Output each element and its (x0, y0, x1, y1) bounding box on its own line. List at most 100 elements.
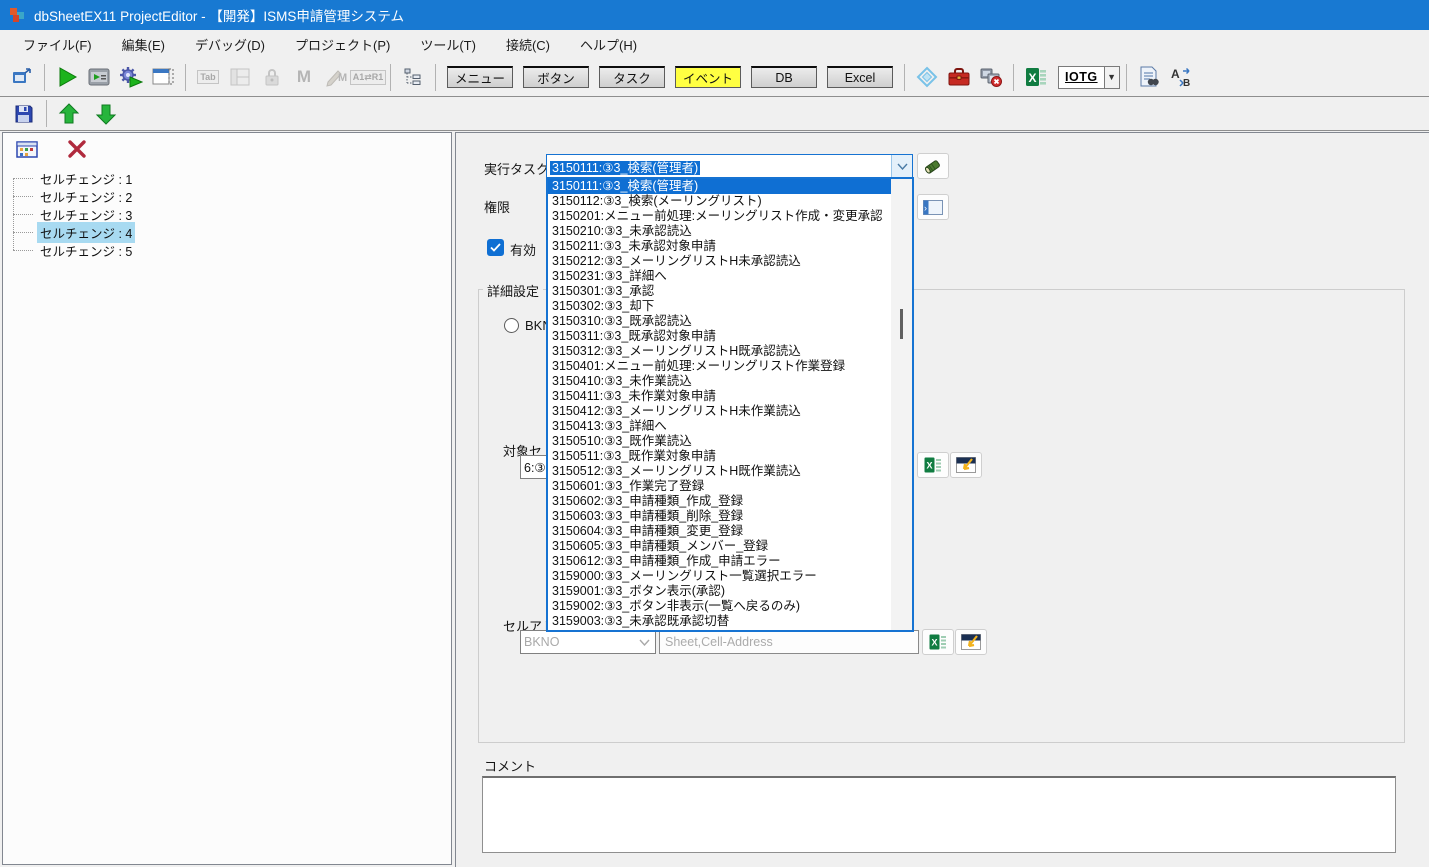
view-button[interactable]: タスク (599, 66, 665, 88)
new-window-icon[interactable] (150, 64, 176, 90)
target-cell-excel-button[interactable]: X (917, 452, 949, 478)
svg-text:M: M (338, 72, 347, 84)
dropdown-option[interactable]: 3159000:③3_メーリングリスト一覧選択エラー (548, 569, 891, 584)
dropdown-option[interactable]: 3150605:③3_申請種類_メンバー_登録 (548, 539, 891, 554)
cell-address-pick-button[interactable] (955, 629, 987, 655)
chevron-down-icon[interactable] (891, 155, 912, 177)
menu-bar: ファイル(F)編集(E)デバッグ(D)プロジェクト(P)ツール(T)接続(C)ヘ… (0, 30, 1429, 58)
dropdown-option[interactable]: 3150111:③3_検索(管理者) (548, 179, 891, 194)
application-window: dbSheetEX11 ProjectEditor - 【開発】ISMS申請管理… (0, 0, 1429, 867)
console-window-icon: › (923, 200, 943, 215)
app-icon (9, 7, 25, 23)
dropdown-option[interactable]: 3159002:③3_ボタン非表示(一覧へ戻るのみ) (548, 599, 891, 614)
chevron-down-icon (634, 631, 655, 653)
run-icon[interactable] (54, 64, 80, 90)
svg-text:›: › (924, 203, 927, 213)
a1r1-icon: A1⇄R1 (355, 64, 381, 90)
dropdown-scrollbar[interactable] (891, 179, 912, 630)
dropdown-option[interactable]: 3150301:③3_承認 (548, 284, 891, 299)
view-button[interactable]: Excel (827, 66, 893, 88)
comment-textarea[interactable] (482, 776, 1396, 853)
view-button[interactable]: メニュー (447, 66, 513, 88)
dropdown-option[interactable]: 3150603:③3_申請種類_削除_登録 (548, 509, 891, 524)
dropdown-option[interactable]: 3150310:③3_既承認読込 (548, 314, 891, 329)
dropdown-option[interactable]: 3150231:③3_詳細へ (548, 269, 891, 284)
disconnect-icon[interactable] (978, 64, 1004, 90)
permission-dialog-button[interactable]: › (917, 194, 949, 220)
menu-item[interactable]: プロジェクト(P) (280, 30, 405, 59)
enabled-checkbox[interactable] (487, 239, 504, 256)
view-button[interactable]: ボタン (523, 66, 589, 88)
diamond-icon[interactable] (914, 64, 940, 90)
dropdown-option[interactable]: 3150412:③3_メーリングリストH未作業読込 (548, 404, 891, 419)
menu-item[interactable]: 編集(E) (107, 30, 180, 59)
translate-ab-icon[interactable]: AB (1168, 64, 1194, 90)
cell-address-book-combobox[interactable]: BKNO (520, 630, 656, 654)
menu-item[interactable]: 接続(C) (491, 30, 565, 59)
menu-item[interactable]: ヘルプ(H) (565, 30, 652, 59)
tree-item-cell-change[interactable]: セルチェンジ : 2 (3, 187, 451, 205)
tree-item-cell-change[interactable]: セルチェンジ : 4 (3, 223, 451, 241)
excel-icon[interactable]: X (1023, 64, 1049, 90)
svg-text:X: X (932, 638, 938, 648)
dropdown-option[interactable]: 3150401:メニュー前処理:メーリングリスト作業登録 (548, 359, 891, 374)
dropdown-option[interactable]: 3150201:メニュー前処理:メーリングリスト作成・変更承認 (548, 209, 891, 224)
permission-label: 権限 (484, 197, 510, 216)
dropdown-option[interactable]: 3150413:③3_詳細へ (548, 419, 891, 434)
excel-sheet-icon: X (924, 456, 942, 474)
move-up-icon[interactable] (56, 101, 82, 127)
toolbar-separator (390, 64, 391, 91)
clear-task-button[interactable] (917, 153, 949, 179)
run-console-icon[interactable] (86, 64, 112, 90)
menu-item[interactable]: ツール(T) (405, 30, 491, 59)
menu-item[interactable]: デバッグ(D) (180, 30, 280, 59)
dropdown-option[interactable]: 3150302:③3_却下 (548, 299, 891, 314)
goto-cell-icon (956, 457, 976, 473)
toolbar-separator (1013, 64, 1014, 91)
dropdown-option[interactable]: 3150411:③3_未作業対象申請 (548, 389, 891, 404)
cell-address-excel-button[interactable]: X (922, 629, 954, 655)
toolbar-separator (46, 100, 47, 127)
dropdown-option[interactable]: 3150312:③3_メーリングリストH既承認読込 (548, 344, 891, 359)
tree-item-cell-change[interactable]: セルチェンジ : 5 (3, 241, 451, 259)
project-window-icon[interactable] (9, 64, 35, 90)
gear-run-icon[interactable] (118, 64, 144, 90)
dropdown-option[interactable]: 3159003:③3_未承認既承認切替 (548, 614, 891, 629)
dropdown-scrollbar-thumb[interactable] (900, 309, 903, 339)
dropdown-option[interactable]: 3150604:③3_申請種類_変更_登録 (548, 524, 891, 539)
target-cell-pick-button[interactable] (950, 452, 982, 478)
dropdown-option[interactable]: 3150210:③3_未承認読込 (548, 224, 891, 239)
dropdown-option[interactable]: 3150511:③3_既作業対象申請 (548, 449, 891, 464)
dropdown-option[interactable]: 3150602:③3_申請種類_作成_登録 (548, 494, 891, 509)
dropdown-option[interactable]: 3150510:③3_既作業読込 (548, 434, 891, 449)
iotg-button[interactable]: IOTG (1058, 66, 1105, 89)
tree-item-cell-change[interactable]: セルチェンジ : 3 (3, 205, 451, 223)
delete-cell-change-icon[interactable] (64, 136, 90, 162)
bkn-radio[interactable] (504, 318, 519, 333)
dropdown-option[interactable]: 3150601:③3_作業完了登録 (548, 479, 891, 494)
save-icon[interactable] (11, 101, 37, 127)
view-button[interactable]: イベント (675, 66, 741, 88)
iotg-dropdown-chevron[interactable]: ▼ (1105, 66, 1120, 89)
dropdown-option[interactable]: 3150612:③3_申請種類_作成_申請エラー (548, 554, 891, 569)
dropdown-option[interactable]: 3150410:③3_未作業読込 (548, 374, 891, 389)
dropdown-option[interactable]: 3150311:③3_既承認対象申請 (548, 329, 891, 344)
menu-item[interactable]: ファイル(F) (8, 30, 107, 59)
add-cell-change-icon[interactable] (14, 136, 40, 162)
search-document-icon[interactable] (1136, 64, 1162, 90)
cell-address-input[interactable]: Sheet,Cell-Address (659, 630, 919, 654)
task-tree-icon[interactable] (400, 64, 426, 90)
dropdown-option[interactable]: 3150212:③3_メーリングリストH未承認読込 (548, 254, 891, 269)
dropdown-option[interactable]: 3150112:③3_検索(メーリングリスト) (548, 194, 891, 209)
dropdown-option[interactable]: 3150211:③3_未承認対象申請 (548, 239, 891, 254)
view-button[interactable]: DB (751, 66, 817, 88)
toolbox-icon[interactable] (946, 64, 972, 90)
tree-item-cell-change[interactable]: セルチェンジ : 1 (3, 169, 451, 187)
cell-change-panel: セルチェンジ : 1 セルチェンジ : 2 セルチェンジ : 3 セルチェンジ … (2, 132, 452, 865)
exec-task-combobox[interactable]: 3150111:③3_検索(管理者) (546, 154, 913, 178)
move-down-icon[interactable] (93, 101, 119, 127)
dropdown-option[interactable]: 3159001:③3_ボタン表示(承認) (548, 584, 891, 599)
comment-label: コメント (484, 756, 536, 775)
dropdown-option[interactable]: 3150512:③3_メーリングリストH既作業読込 (548, 464, 891, 479)
lock-icon (259, 64, 285, 90)
